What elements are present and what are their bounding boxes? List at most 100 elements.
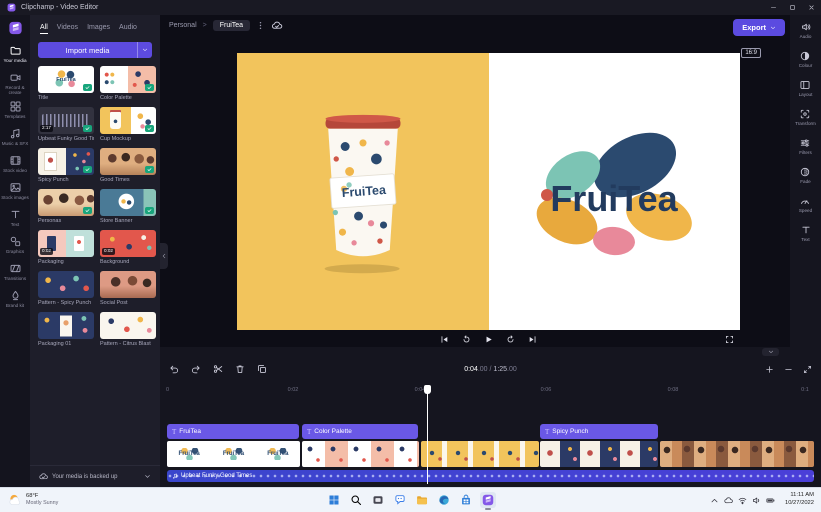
fullscreen-icon[interactable]: [725, 335, 734, 344]
tray-battery-icon[interactable]: [766, 496, 775, 505]
cloud-sync-icon[interactable]: [271, 20, 283, 31]
media-item-title[interactable]: FruiTea Title: [38, 66, 94, 101]
tool-audio[interactable]: Audio: [800, 22, 811, 47]
tool-speed[interactable]: Speed: [799, 196, 812, 221]
tab-audio[interactable]: Audio: [119, 24, 137, 34]
close-button[interactable]: [802, 0, 821, 15]
media-thumbnail[interactable]: [38, 312, 94, 339]
skip-start-button[interactable]: [440, 335, 449, 344]
sidebar-item-text[interactable]: Text: [0, 206, 30, 233]
media-item-personas[interactable]: Personas: [38, 189, 94, 224]
media-thumbnail[interactable]: [38, 271, 94, 298]
timeline-ruler[interactable]: 0 0:02 0:04 0:06 0:08 0:1: [160, 387, 821, 398]
chevron-down-icon[interactable]: [144, 473, 151, 480]
sidebar-item-transitions[interactable]: Transitions: [0, 260, 30, 287]
media-thumbnail[interactable]: [100, 271, 156, 298]
media-thumbnail[interactable]: [38, 148, 94, 175]
media-item-good-times[interactable]: Good Times: [100, 148, 156, 183]
media-item-pattern-spicy-punch[interactable]: Pattern - Spicy Punch: [38, 271, 94, 306]
zoom-out-button[interactable]: [784, 365, 793, 374]
media-item-upbeat-funky-good-tim[interactable]: 2:17 Upbeat Funky Good Tim...: [38, 107, 94, 142]
media-item-pattern-citrus-blast[interactable]: Pattern - Citrus Blast: [100, 312, 156, 347]
tool-transform[interactable]: Transform: [795, 109, 816, 134]
split-button[interactable]: [213, 364, 223, 374]
zoom-in-button[interactable]: [765, 365, 774, 374]
media-thumbnail[interactable]: [100, 312, 156, 339]
forward-button[interactable]: [506, 335, 515, 344]
export-button[interactable]: Export: [733, 19, 785, 36]
media-item-store-banner[interactable]: Store Banner: [100, 189, 156, 224]
media-thumbnail[interactable]: FruiTea: [38, 66, 94, 93]
tab-all[interactable]: All: [40, 24, 48, 34]
import-media-dropdown-button[interactable]: [137, 42, 152, 58]
text-clip-fruitea[interactable]: T FruiTea: [167, 424, 299, 439]
taskbar-app-windows[interactable]: [326, 492, 342, 508]
color-palette-clip[interactable]: [302, 441, 419, 467]
rewind-button[interactable]: [462, 335, 471, 344]
taskbar-app-edge[interactable]: [436, 492, 452, 508]
media-thumbnail[interactable]: [38, 189, 94, 216]
media-thumbnail[interactable]: [100, 107, 156, 134]
tool-colour[interactable]: Colour: [799, 51, 812, 76]
sidebar-item-templates[interactable]: Templates: [0, 98, 30, 125]
sidebar-item-graphics[interactable]: Graphics: [0, 233, 30, 260]
fit-button[interactable]: [803, 365, 812, 374]
sidebar-item-your-media[interactable]: Your media: [0, 42, 30, 69]
sidebar-item-music-sfx[interactable]: Music & SFX: [0, 125, 30, 152]
backup-status-bar[interactable]: Your media is backed up: [30, 465, 160, 487]
tool-layout[interactable]: Layout: [799, 80, 812, 105]
sidebar-item-brand-kit[interactable]: Brand kit: [0, 287, 30, 314]
tool-fade[interactable]: Fade: [800, 167, 811, 192]
media-thumbnail[interactable]: [100, 189, 156, 216]
breadcrumb-personal[interactable]: Personal: [169, 22, 197, 29]
text-clip-color-palette[interactable]: T Color Palette: [302, 424, 418, 439]
tool-filters[interactable]: Filters: [799, 138, 812, 163]
media-thumbnail[interactable]: 0:02: [100, 230, 156, 257]
preview-left-cup-scene[interactable]: FruiTea: [237, 53, 489, 330]
tab-videos[interactable]: Videos: [57, 24, 78, 34]
redo-button[interactable]: [191, 364, 201, 374]
sidebar-item-stock-images[interactable]: Stock images: [0, 179, 30, 206]
media-thumbnail[interactable]: 2:17: [38, 107, 94, 134]
preview-right-logo-scene[interactable]: FruiTea: [488, 53, 740, 330]
spicy-punch-clip[interactable]: [540, 441, 658, 467]
skip-end-button[interactable]: [528, 335, 537, 344]
panel-collapse-handle[interactable]: [160, 243, 168, 269]
taskbar-clock[interactable]: 11:11 AM 10/27/2022: [785, 492, 814, 507]
title-clip[interactable]: FruiTea FruiTea FruiTea: [167, 441, 300, 467]
taskbar-app-chat[interactable]: [392, 492, 408, 508]
timeline-collapse-tab[interactable]: [762, 348, 779, 356]
media-item-background[interactable]: 0:02 Background: [100, 230, 156, 265]
play-button[interactable]: [484, 335, 493, 344]
media-thumbnail[interactable]: [100, 66, 156, 93]
playhead-handle[interactable]: [424, 385, 431, 394]
undo-button[interactable]: [169, 364, 179, 374]
tray-volume-icon[interactable]: [752, 496, 761, 505]
media-item-spicy-punch[interactable]: Spicy Punch: [38, 148, 94, 183]
text-clip-spicy-punch[interactable]: T Spicy Punch: [540, 424, 658, 439]
tray-wifi-icon[interactable]: [738, 496, 747, 505]
sidebar-item-stock-video[interactable]: Stock video: [0, 152, 30, 179]
taskbar-app-task-view[interactable]: [370, 492, 386, 508]
media-item-social-post[interactable]: Social Post: [100, 271, 156, 306]
media-item-color-palette[interactable]: Color Palette: [100, 66, 156, 101]
tray-chevron-up-icon[interactable]: [710, 496, 719, 505]
taskbar-app-file-explorer[interactable]: [414, 492, 430, 508]
tool-text[interactable]: Text: [801, 225, 811, 250]
media-thumbnail[interactable]: [100, 148, 156, 175]
project-name[interactable]: FruiTea: [212, 20, 251, 31]
delete-button[interactable]: [235, 364, 245, 374]
audio-clip[interactable]: Upbeat Funky Good Times: [167, 470, 814, 482]
taskbar-app-search[interactable]: [348, 492, 364, 508]
cup-mockup-clip[interactable]: [421, 441, 539, 467]
tray-cloud-icon[interactable]: [724, 496, 733, 505]
taskbar-weather-widget[interactable]: 68°F Mostly Sunny: [0, 493, 58, 507]
media-item-packaging[interactable]: 0:02 Packaging: [38, 230, 94, 265]
good-times-clip[interactable]: [660, 441, 814, 467]
aspect-ratio-badge[interactable]: 16:9: [741, 48, 761, 58]
tab-images[interactable]: Images: [87, 24, 110, 34]
taskbar-app-store[interactable]: [458, 492, 474, 508]
sidebar-item-record-create[interactable]: Record & create: [0, 69, 30, 98]
media-item-packaging-01[interactable]: Packaging 01: [38, 312, 94, 347]
minimize-button[interactable]: [764, 0, 783, 15]
